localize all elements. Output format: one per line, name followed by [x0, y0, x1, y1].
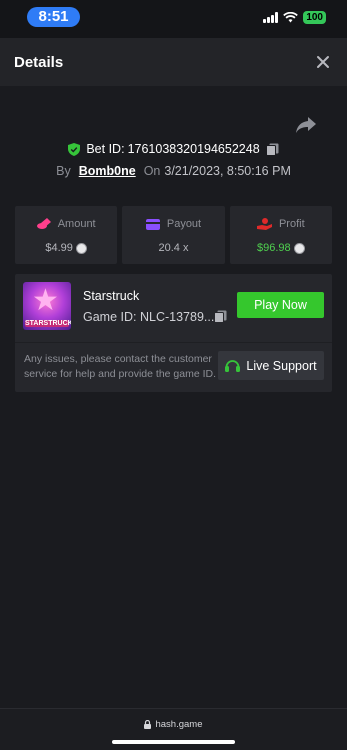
- url-text: hash.game: [155, 719, 203, 730]
- game-id-value: NLC-13789...: [139, 310, 215, 324]
- coin-icon: [293, 242, 305, 254]
- copy-icon[interactable]: [265, 143, 279, 156]
- payout-label: Payout: [166, 218, 202, 230]
- status-icons: 100: [263, 11, 326, 24]
- game-id: Game ID: NLC-13789...: [83, 310, 214, 324]
- headset-icon: [225, 359, 241, 372]
- copy-icon[interactable]: [214, 310, 227, 323]
- url-bar[interactable]: hash.game: [0, 719, 347, 730]
- game-card: ★ STARSTRUCK Starstruck Game ID: NLC-137…: [15, 274, 332, 392]
- home-indicator: [112, 740, 235, 744]
- bet-datetime: 3/21/2023, 8:50:16 PM: [164, 164, 291, 178]
- shield-check-icon: [68, 142, 81, 156]
- status-bar: 8:51 100: [0, 0, 347, 38]
- profit-stat: Profit $96.98: [229, 206, 332, 264]
- player-username-link[interactable]: Bomb0ne: [79, 164, 136, 178]
- wifi-icon: [283, 12, 299, 23]
- bet-id-label: Bet ID:: [86, 142, 125, 156]
- divider: [15, 342, 332, 343]
- game-thumbnail-label: STARSTRUCK: [25, 320, 71, 327]
- payout-stat: Payout 20.4 x: [122, 206, 225, 264]
- profit-value: $96.98: [256, 242, 291, 254]
- page-title: Details: [14, 54, 64, 71]
- bet-stats: Amount $4.99 Payout 20.4 x Profit $96.98: [15, 206, 332, 264]
- star-icon: ★: [32, 284, 59, 317]
- live-support-button[interactable]: Live Support: [218, 351, 324, 380]
- bet-id-value: 1761038320194652248: [127, 142, 260, 156]
- bet-id-row: Bet ID: 1761038320194652248: [0, 142, 347, 156]
- battery-icon: 100: [303, 11, 326, 24]
- amount-value: $4.99: [45, 242, 73, 254]
- status-time: 8:51: [27, 7, 80, 27]
- browser-bottom-bar: hash.game: [0, 708, 347, 750]
- amount-label: Amount: [57, 218, 96, 230]
- on-label: On: [143, 164, 161, 178]
- share-icon[interactable]: [295, 116, 317, 134]
- lock-icon: [144, 720, 152, 729]
- amount-stat: Amount $4.99: [15, 206, 118, 264]
- game-name: Starstruck: [83, 289, 140, 303]
- game-id-label: Game ID:: [83, 310, 137, 324]
- close-icon[interactable]: [313, 52, 333, 72]
- details-header: Details: [0, 38, 347, 86]
- hand-coin-icon: [256, 218, 272, 230]
- payout-value: 20.4 x: [158, 242, 189, 254]
- by-label: By: [56, 164, 71, 178]
- support-help-text: Any issues, please contact the customer …: [24, 353, 217, 380]
- bet-meta-row: By Bomb0ne On 3/21/2023, 8:50:16 PM: [0, 164, 347, 178]
- live-support-label: Live Support: [246, 358, 317, 373]
- play-now-button[interactable]: Play Now: [237, 292, 324, 318]
- coin-icon: [75, 242, 87, 254]
- card-icon: [145, 218, 160, 230]
- cellular-signal-icon: [263, 12, 279, 23]
- game-thumbnail: ★ STARSTRUCK: [23, 282, 71, 330]
- profit-label: Profit: [278, 218, 305, 230]
- coins-icon: [36, 218, 51, 229]
